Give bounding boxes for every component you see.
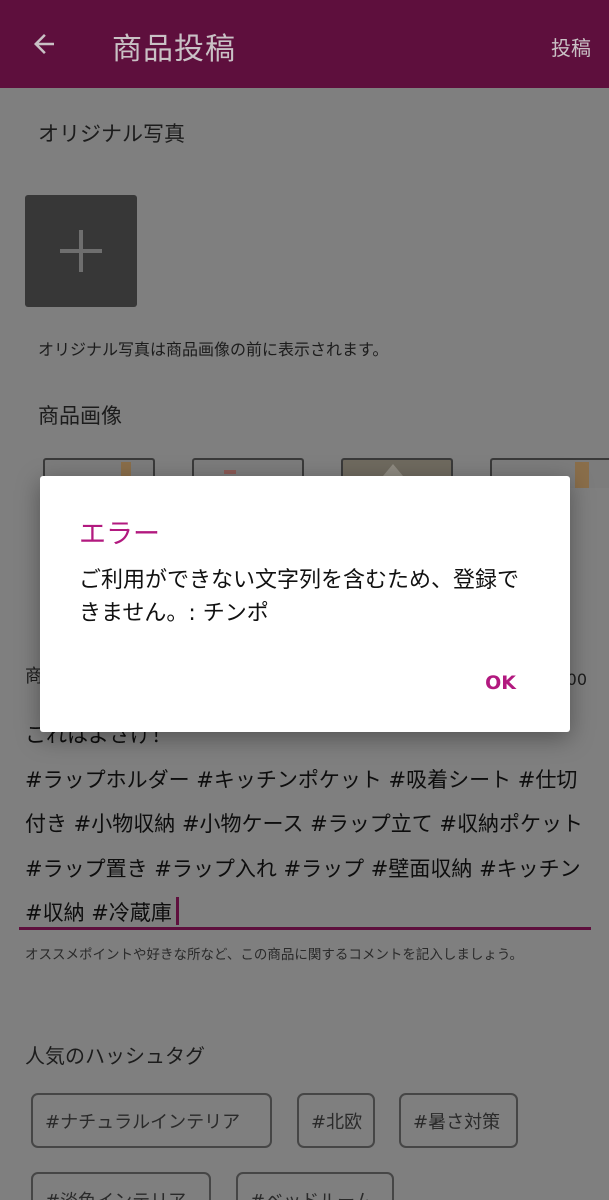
ok-button[interactable]: OK — [485, 672, 516, 694]
error-dialog: エラー ご利用ができない文字列を含むため、登録できません。: チンポ OK — [40, 476, 570, 732]
dialog-message: ご利用ができない文字列を含むため、登録できません。: チンポ — [79, 568, 520, 626]
dialog-title: エラー — [79, 519, 160, 550]
